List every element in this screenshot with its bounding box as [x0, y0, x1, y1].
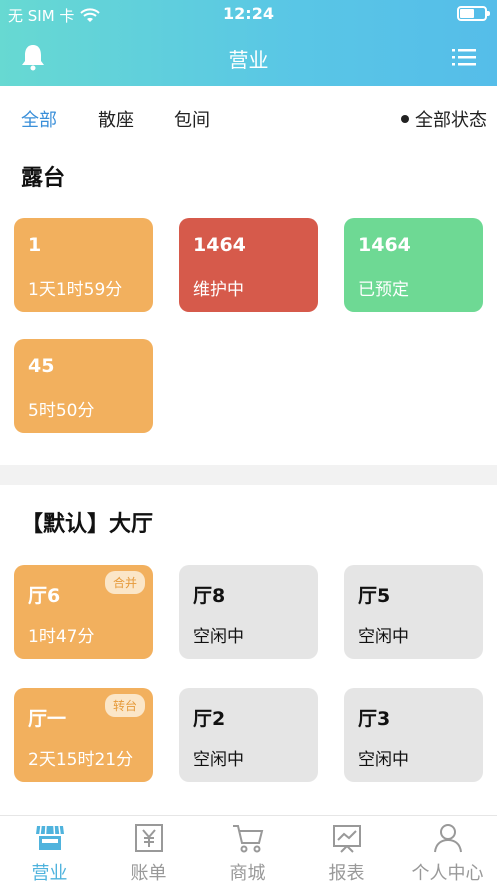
table-name: 45 — [28, 355, 55, 377]
nav-bar: 营业 — [0, 28, 497, 86]
table-card[interactable]: 1464 已预定 — [344, 218, 483, 312]
table-name: 1 — [28, 234, 42, 256]
bottom-tab-bar: 营业 账单 商城 报表 个人中心 — [0, 815, 497, 883]
table-name: 1464 — [358, 234, 411, 256]
tab-label: 个人中心 — [411, 863, 484, 883]
chart-board-icon — [333, 825, 361, 853]
table-name: 1464 — [193, 234, 246, 256]
table-status: 空闲中 — [358, 750, 409, 770]
store-icon — [36, 825, 64, 850]
table-status: 空闲中 — [193, 750, 244, 770]
tab-reports[interactable]: 报表 — [297, 816, 396, 883]
tab-business[interactable]: 营业 — [0, 816, 99, 883]
section-divider — [0, 465, 497, 485]
merge-badge: 合并 — [104, 571, 145, 594]
section-title-terrace: 露台 — [21, 166, 66, 191]
status-dot-icon — [401, 115, 409, 123]
table-status: 5时50分 — [28, 401, 95, 421]
list-menu-icon[interactable] — [451, 44, 477, 70]
table-status: 已预定 — [358, 280, 409, 300]
table-name: 厅一 — [28, 708, 67, 730]
status-filter[interactable]: 全部状态 — [401, 106, 487, 132]
filter-tab-open-seating[interactable]: 散座 — [98, 106, 134, 132]
person-icon — [434, 824, 462, 853]
table-card[interactable]: 1464 维护中 — [179, 218, 318, 312]
table-card[interactable]: 厅6 合并 1时47分 — [14, 565, 153, 659]
tab-profile[interactable]: 个人中心 — [398, 816, 497, 883]
table-name: 厅8 — [193, 585, 226, 607]
section-title-main-hall: 【默认】大厅 — [21, 512, 154, 537]
table-status: 1时47分 — [28, 627, 95, 647]
table-status: 空闲中 — [358, 627, 409, 647]
table-card[interactable]: 厅8 空闲中 — [179, 565, 318, 659]
table-card[interactable]: 厅3 空闲中 — [344, 688, 483, 782]
table-status: 1天1时59分 — [28, 280, 123, 300]
transfer-badge: 转台 — [104, 694, 145, 717]
tab-label: 账单 — [130, 863, 167, 883]
table-name: 厅5 — [358, 585, 391, 607]
tab-bills[interactable]: 账单 — [99, 816, 198, 883]
tab-mall[interactable]: 商城 — [198, 816, 297, 883]
yen-bill-icon — [135, 824, 163, 852]
cart-icon — [233, 825, 264, 853]
status-bar: 无 SIM 卡 12:24 — [0, 0, 497, 28]
table-name: 厅2 — [193, 708, 226, 730]
page-title: 营业 — [228, 48, 269, 72]
battery-icon — [457, 6, 490, 21]
table-status: 维护中 — [193, 280, 244, 300]
table-card[interactable]: 厅一 转台 2天15时21分 — [14, 688, 153, 782]
table-card[interactable]: 45 5时50分 — [14, 339, 153, 433]
status-filter-label: 全部状态 — [415, 110, 487, 131]
table-name: 厅3 — [358, 708, 391, 730]
filter-bar: 全部 散座 包间 全部状态 — [0, 86, 497, 148]
table-status: 空闲中 — [193, 627, 244, 647]
filter-tab-private-room[interactable]: 包间 — [174, 106, 210, 132]
table-card[interactable]: 1 1天1时59分 — [14, 218, 153, 312]
clock: 12:24 — [223, 4, 274, 23]
table-card[interactable]: 厅2 空闲中 — [179, 688, 318, 782]
tab-label: 营业 — [31, 863, 68, 883]
table-status: 2天15时21分 — [28, 750, 134, 770]
filter-tab-all[interactable]: 全部 — [21, 106, 57, 132]
table-card[interactable]: 厅5 空闲中 — [344, 565, 483, 659]
tab-label: 商城 — [229, 863, 266, 883]
tab-label: 报表 — [328, 863, 365, 883]
table-name: 厅6 — [28, 585, 61, 607]
